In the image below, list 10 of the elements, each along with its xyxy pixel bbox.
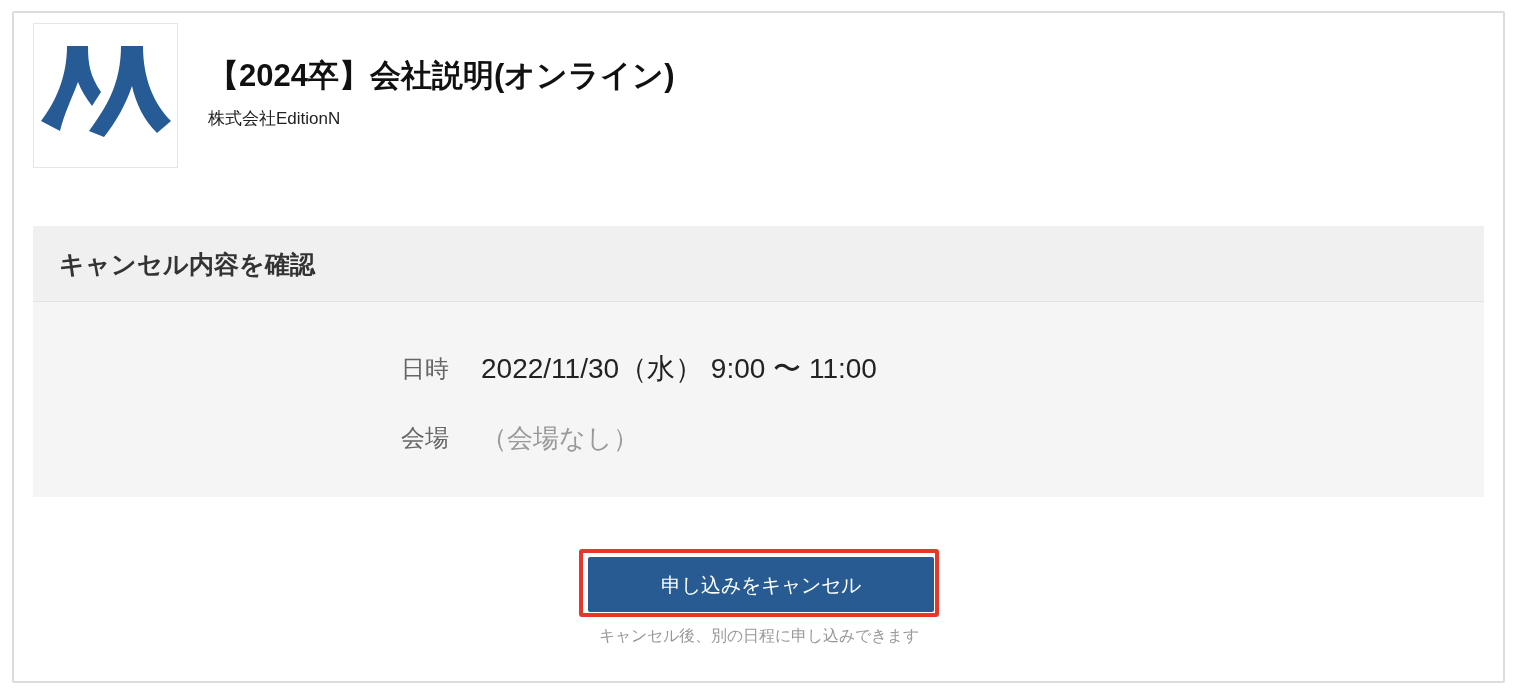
event-title: 【2024卒】会社説明(オンライン) (208, 57, 675, 95)
company-name: 株式会社EditionN (208, 108, 341, 130)
logo-icon (33, 23, 178, 168)
field-value: （会場なし） (481, 421, 639, 455)
cancel-button[interactable]: 申し込みをキャンセル (587, 557, 934, 612)
field-label: 日時 (401, 353, 450, 384)
panel-title: キャンセル内容を確認 (59, 248, 315, 280)
field-value: 2022/11/30（水） 9:00 〜 11:00 (481, 351, 877, 386)
cancel-note: キャンセル後、別の日程に申し込みできます (598, 626, 919, 646)
field-label: 会場 (401, 422, 450, 453)
